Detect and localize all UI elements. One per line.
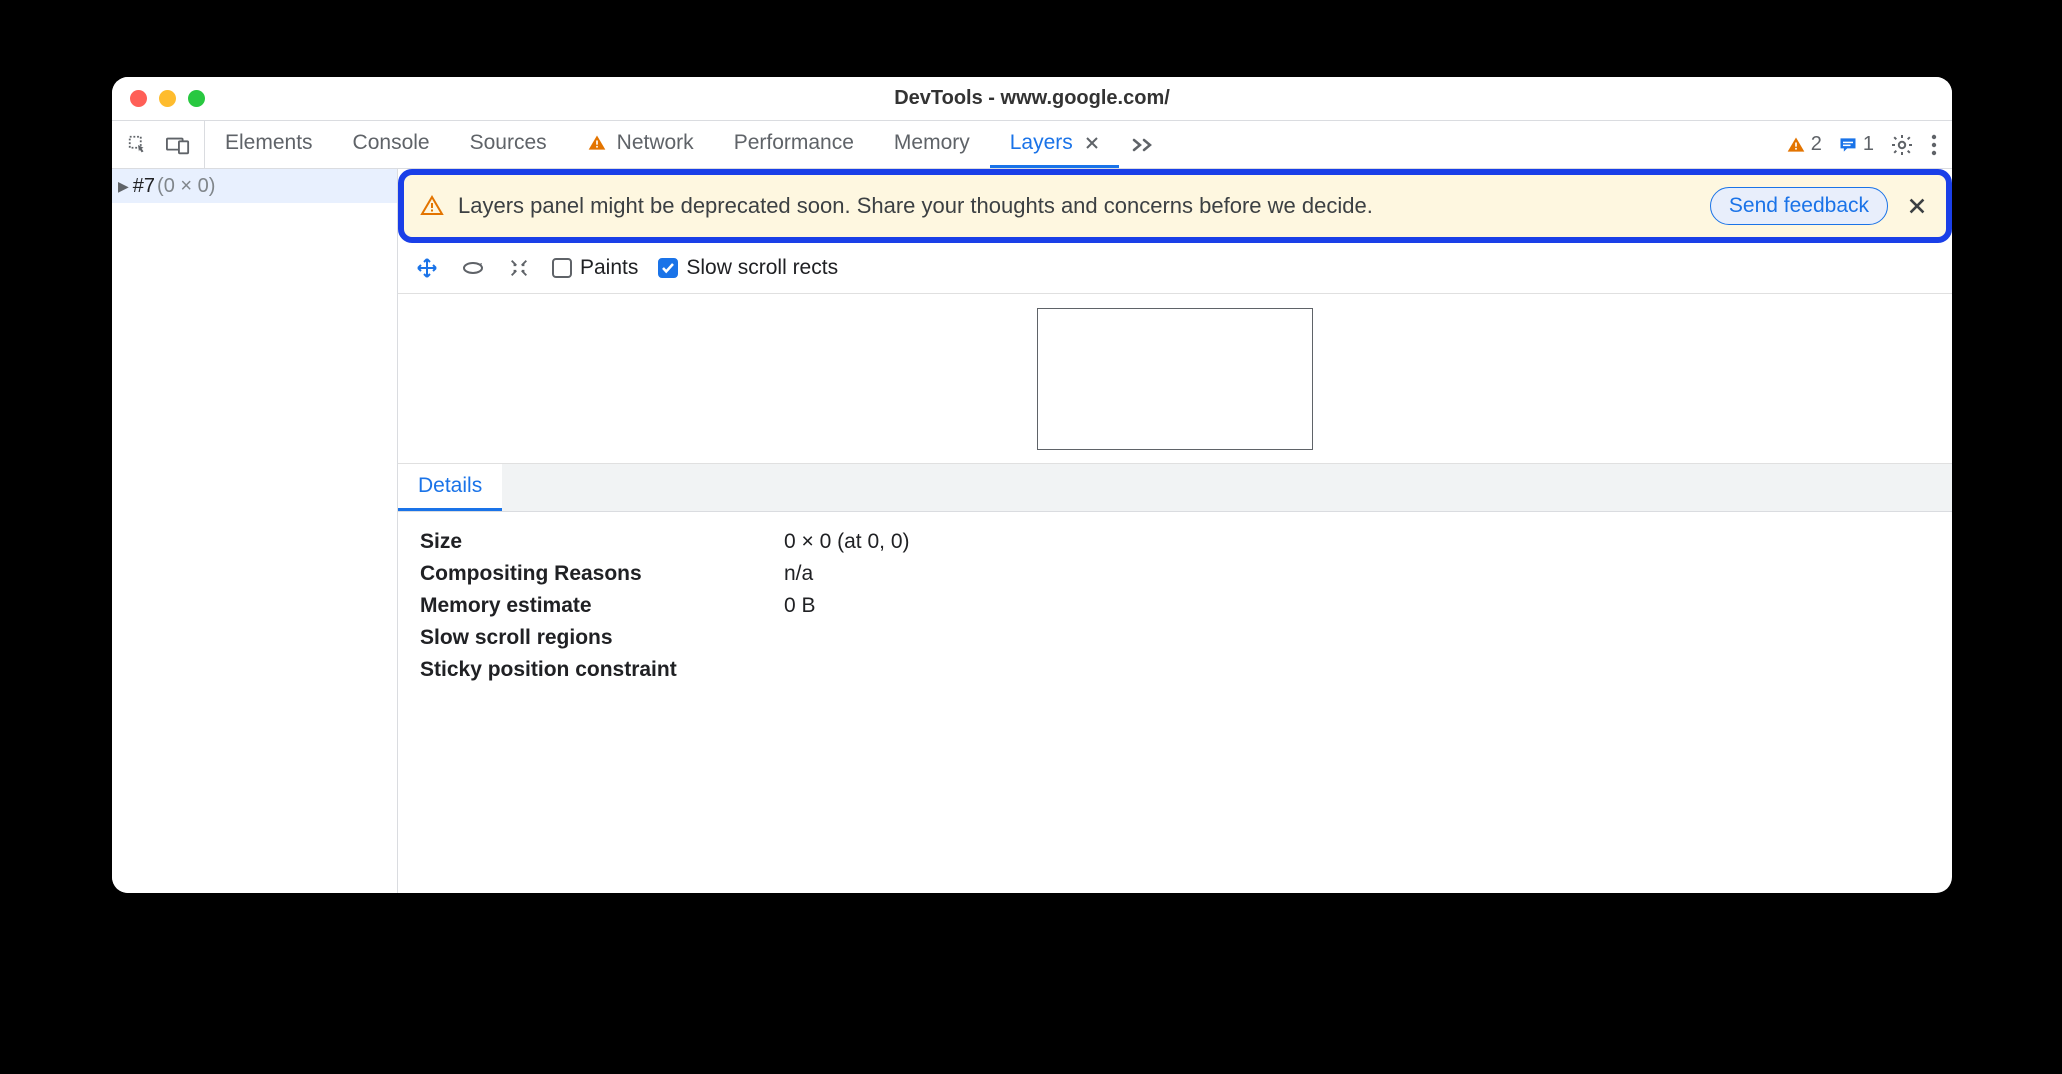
details-key: Memory estimate [420,590,784,622]
tab-label: Performance [734,131,854,155]
deprecation-banner: Layers panel might be deprecated soon. S… [398,169,1952,243]
rotate-mode-icon[interactable] [460,255,486,281]
details-value: 0 × 0 (at 0, 0) [784,526,910,558]
tab-memory[interactable]: Memory [874,121,990,168]
paints-checkbox[interactable]: Paints [552,256,638,280]
layers-tree-sidebar: ▶ #7 (0 × 0) [112,169,398,893]
close-window-button[interactable] [130,90,147,107]
tab-label: Layers [1010,131,1073,155]
titlebar: DevTools - www.google.com/ [112,77,1952,121]
tab-label: Elements [225,131,313,155]
tab-layers[interactable]: Layers [990,121,1119,168]
checkbox-box [658,258,678,278]
details-value: 0 B [784,590,910,622]
details-key: Size [420,526,784,558]
tab-label: Sources [470,131,547,155]
inspect-element-icon[interactable] [124,131,152,159]
minimize-window-button[interactable] [159,90,176,107]
details-tab[interactable]: Details [398,464,502,511]
messages-count: 1 [1863,133,1874,156]
checkbox-label: Paints [580,256,638,280]
layer-tree-item[interactable]: ▶ #7 (0 × 0) [112,169,397,203]
send-feedback-button[interactable]: Send feedback [1710,187,1888,225]
layers-canvas[interactable] [398,294,1952,464]
messages-counter[interactable]: 1 [1838,133,1874,156]
devtools-window: DevTools - www.google.com/ Elements Cons… [112,77,1952,893]
tab-elements[interactable]: Elements [205,121,333,168]
warnings-count: 2 [1811,133,1822,156]
panel-tabs: Elements Console Sources Network Perform… [205,121,1119,168]
panel-body: ▶ #7 (0 × 0) Layers panel might be depre… [112,169,1952,893]
layers-main: Layers panel might be deprecated soon. S… [398,169,1952,893]
message-icon [1838,135,1858,155]
pan-mode-icon[interactable] [414,255,440,281]
layer-outline [1037,308,1313,450]
warning-triangle-icon [587,133,607,153]
reset-view-icon[interactable] [506,255,532,281]
details-row-slow-scroll: Slow scroll regions [420,622,910,654]
zoom-window-button[interactable] [188,90,205,107]
more-tabs-button[interactable] [1119,121,1169,168]
details-row-size: Size 0 × 0 (at 0, 0) [420,526,910,558]
details-value: n/a [784,558,910,590]
tab-sources[interactable]: Sources [450,121,567,168]
layer-name: #7 [133,175,155,198]
tab-console[interactable]: Console [333,121,450,168]
tab-label: Network [617,131,694,155]
tab-performance[interactable]: Performance [714,121,874,168]
window-controls [112,90,205,107]
window-title: DevTools - www.google.com/ [112,87,1952,110]
details-value [784,622,910,654]
layer-dimensions: (0 × 0) [157,175,215,198]
details-row-compositing: Compositing Reasons n/a [420,558,910,590]
warning-triangle-icon [420,194,444,218]
close-banner-icon[interactable] [1902,193,1932,219]
details-tabstrip: Details [398,464,1952,512]
warning-triangle-icon [1786,135,1806,155]
banner-text: Layers panel might be deprecated soon. S… [458,191,1696,222]
more-options-icon[interactable] [1930,134,1938,156]
checkbox-box [552,258,572,278]
details-row-memory: Memory estimate 0 B [420,590,910,622]
details-row-sticky: Sticky position constraint [420,654,910,686]
checkbox-label: Slow scroll rects [686,256,838,280]
warnings-counter[interactable]: 2 [1786,133,1822,156]
close-tab-icon[interactable] [1085,136,1099,150]
tab-label: Memory [894,131,970,155]
tab-network[interactable]: Network [567,121,714,168]
slow-scroll-rects-checkbox[interactable]: Slow scroll rects [658,256,838,280]
layers-controls: Paints Slow scroll rects [398,243,1952,294]
tab-label: Console [353,131,430,155]
details-key: Slow scroll regions [420,622,784,654]
details-table: Size 0 × 0 (at 0, 0) Compositing Reasons… [420,526,910,686]
details-body: Size 0 × 0 (at 0, 0) Compositing Reasons… [398,512,1952,700]
settings-gear-icon[interactable] [1890,133,1914,157]
details-key: Compositing Reasons [420,558,784,590]
device-toolbar-icon[interactable] [164,131,192,159]
main-toolbar: Elements Console Sources Network Perform… [112,121,1952,169]
toolbar-right: 2 1 [1772,121,1952,168]
deprecation-banner-highlight: Layers panel might be deprecated soon. S… [398,169,1952,243]
details-key: Sticky position constraint [420,654,784,686]
details-value [784,654,910,686]
toolbar-left [112,121,205,168]
expand-arrow-icon[interactable]: ▶ [118,178,129,195]
